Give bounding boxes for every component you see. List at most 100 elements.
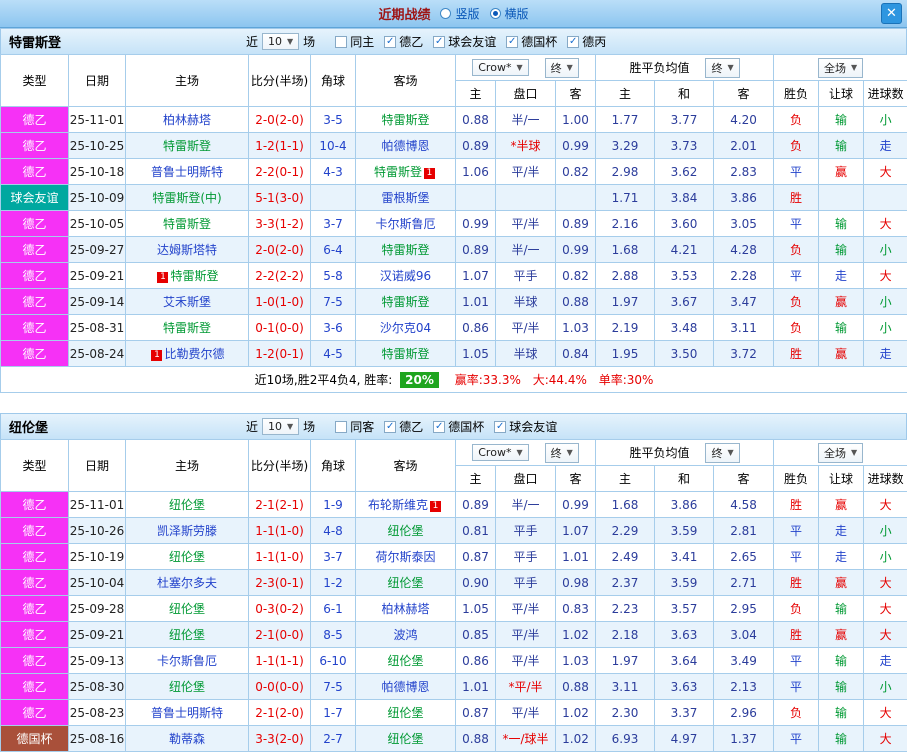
layout-option-1[interactable]: 横版 bbox=[489, 5, 529, 22]
filter-checkbox[interactable]: 同客 bbox=[335, 418, 374, 435]
league-type-badge: 德乙 bbox=[0, 699, 69, 726]
result-handicap-cell: 输 bbox=[818, 132, 865, 159]
filter-checkbox[interactable]: 同主 bbox=[335, 33, 374, 50]
fulltime-dropdown[interactable]: 全场 ▼ bbox=[818, 442, 864, 463]
match-count-dropdown[interactable]: 10 ▼ bbox=[262, 418, 300, 435]
match-row: 球会友谊 25-10-09 特雷斯登(中) 5-1(3-0) 雷根斯堡 1.71 3.84 3… bbox=[0, 184, 907, 211]
match-row: 德乙 25-09-14 艾禾斯堡 1-0(1-0) 7-5 特雷斯登 1.01 半球 0.88 1… bbox=[0, 288, 907, 315]
filter-checkbox[interactable]: ✓ 德丙 bbox=[567, 33, 606, 50]
matches-table: 类型 日期 主场 比分(半场) 角球 客场 Crow* ▼ 终 ▼ 胜平负均值 … bbox=[0, 54, 907, 393]
match-row: 德乙 25-10-25 特雷斯登 1-2(1-1) 10-4 帕德博恩 0.89 *半球 0.9… bbox=[0, 132, 907, 159]
final-odds-dropdown[interactable]: 终 ▼ bbox=[544, 57, 579, 78]
match-date: 25-08-24 bbox=[68, 340, 126, 367]
away-team-cell: 波鸿 bbox=[355, 621, 456, 648]
sub-header: 盘口 bbox=[495, 80, 556, 107]
euro-draw-odds: 3.59 bbox=[654, 517, 715, 544]
sub-header: 胜负 bbox=[773, 80, 820, 107]
result-goals-cell: 大 bbox=[863, 725, 907, 752]
euro-draw-odds: 3.86 bbox=[654, 491, 715, 518]
filter-checkbox[interactable]: ✓ 德国杯 bbox=[506, 33, 557, 50]
summary-stat-single: 单率:30% bbox=[598, 373, 654, 387]
asian-away-odds: 0.84 bbox=[554, 340, 597, 367]
filter-checkbox[interactable]: ✓ 球会友谊 bbox=[433, 33, 496, 50]
filter-checkbox[interactable]: ✓ 德乙 bbox=[384, 418, 423, 435]
corner-cell: 4-5 bbox=[310, 340, 356, 367]
score-cell: 2-1(2-1) bbox=[248, 491, 311, 518]
match-row: 德乙 25-08-30 纽伦堡 0-0(0-0) 7-5 帕德博恩 1.01 *平/半 0.88… bbox=[0, 673, 907, 700]
asian-handicap-line: 平/半 bbox=[495, 158, 556, 185]
team-link: 雷根斯堡 bbox=[381, 191, 430, 205]
home-team-cell: 普鲁士明斯特 bbox=[125, 158, 249, 185]
match-date: 25-10-19 bbox=[68, 543, 126, 570]
filter-checkbox-label: 德国杯 bbox=[448, 420, 485, 434]
red-card-badge: 1 bbox=[430, 501, 441, 512]
filter-checkbox-label: 德乙 bbox=[399, 35, 424, 49]
layout-option-0[interactable]: 竖版 bbox=[440, 5, 480, 22]
sub-header: 和 bbox=[654, 80, 715, 107]
euro-away-odds: 2.65 bbox=[713, 543, 775, 570]
result-wdl-cell: 平 bbox=[773, 262, 820, 289]
summary-stat-winline: 赢率:33.3% bbox=[454, 373, 521, 387]
filter-checkbox[interactable]: ✓ 德国杯 bbox=[433, 418, 484, 435]
fulltime-dropdown[interactable]: 全场 ▼ bbox=[818, 57, 864, 78]
result-handicap-cell: 赢 bbox=[818, 569, 865, 596]
chevron-down-icon: ▼ bbox=[516, 63, 523, 72]
sub-header: 让球 bbox=[818, 465, 865, 492]
corner-cell: 10-4 bbox=[310, 132, 356, 159]
result-wdl-cell: 胜 bbox=[773, 340, 820, 367]
result-wdl-cell: 平 bbox=[773, 543, 820, 570]
filter-checkbox-label: 德乙 bbox=[399, 420, 424, 434]
team-link: 艾禾斯堡 bbox=[162, 295, 211, 309]
match-count-value: 10 bbox=[268, 420, 283, 433]
euro-home-odds: 2.37 bbox=[595, 569, 656, 596]
match-row: 德乙 25-09-13 卡尔斯鲁厄 1-1(1-1) 6-10 纽伦堡 0.86 平/半 1.0… bbox=[0, 647, 907, 674]
asian-away-odds: 0.89 bbox=[554, 210, 597, 237]
asian-away-odds: 0.82 bbox=[554, 262, 597, 289]
asian-home-odds: 0.81 bbox=[455, 517, 496, 544]
asian-handicap-line: 半/一 bbox=[495, 106, 556, 133]
final-odds-dropdown[interactable]: 终 ▼ bbox=[544, 442, 579, 463]
score-cell: 2-3(0-1) bbox=[248, 569, 311, 596]
final-euro-dropdown[interactable]: 终 ▼ bbox=[705, 442, 740, 463]
final-euro-dropdown[interactable]: 终 ▼ bbox=[705, 57, 740, 78]
result-handicap-cell: 输 bbox=[818, 725, 865, 752]
result-goals-cell: 大 bbox=[863, 699, 907, 726]
asian-away-odds: 0.83 bbox=[554, 595, 597, 622]
team-link: 帕德博恩 bbox=[381, 680, 430, 694]
checkbox-checked-icon: ✓ bbox=[494, 420, 507, 433]
euro-away-odds: 3.05 bbox=[713, 210, 775, 237]
close-button[interactable]: ✕ bbox=[881, 3, 902, 24]
odds-source-dropdown[interactable]: Crow* ▼ bbox=[472, 59, 529, 76]
result-goals-cell: 小 bbox=[863, 543, 907, 570]
match-row: 德乙 25-10-18 普鲁士明斯特 2-2(0-1) 4-3 特雷斯登 1 1.06 平/半 0… bbox=[0, 158, 907, 185]
home-team-cell: 凯泽斯劳滕 bbox=[125, 517, 249, 544]
filter-checkbox-label: 德国杯 bbox=[521, 35, 558, 49]
euro-away-odds: 1.37 bbox=[713, 725, 775, 752]
final-odds-value: 终 bbox=[550, 446, 562, 460]
sub-header: 胜负 bbox=[773, 465, 820, 492]
filter-checkboxes-0: 同主 ✓ 德乙 ✓ 球会友谊 ✓ 德国杯 ✓ 德丙 bbox=[325, 33, 606, 50]
chevron-down-icon: ▼ bbox=[516, 448, 523, 457]
match-date: 25-08-16 bbox=[68, 725, 126, 752]
result-handicap-cell bbox=[818, 184, 865, 211]
odds-source-dropdown[interactable]: Crow* ▼ bbox=[472, 444, 529, 461]
match-row: 德乙 25-08-31 特雷斯登 0-1(0-0) 3-6 沙尔克04 0.86 平/半 1.0… bbox=[0, 314, 907, 341]
result-goals-cell: 大 bbox=[863, 621, 907, 648]
away-team-cell: 汉诺威96 bbox=[355, 262, 456, 289]
col-header-home: 主场 bbox=[125, 54, 249, 107]
away-team-cell: 纽伦堡 bbox=[355, 569, 456, 596]
home-team-cell: 特雷斯登 bbox=[125, 132, 249, 159]
asian-handicap-line: 平/半 bbox=[495, 595, 556, 622]
euro-away-odds: 4.28 bbox=[713, 236, 775, 263]
result-handicap-cell: 输 bbox=[818, 106, 865, 133]
match-row: 德乙 25-09-27 达姆斯塔特 2-0(2-0) 6-4 特雷斯登 0.89 半/一 0.9… bbox=[0, 236, 907, 263]
match-count-dropdown[interactable]: 10 ▼ bbox=[262, 33, 300, 50]
filter-checkbox[interactable]: ✓ 球会友谊 bbox=[494, 418, 557, 435]
summary-stat-over: 大:44.4% bbox=[532, 373, 587, 387]
filter-checkbox[interactable]: ✓ 德乙 bbox=[384, 33, 423, 50]
checkbox-unchecked-icon bbox=[335, 35, 348, 48]
result-wdl-cell: 平 bbox=[773, 725, 820, 752]
filter-bar: 近 10 ▼ 场 同客 ✓ 德乙 ✓ 德国杯 ✓ 球会友谊 bbox=[246, 418, 557, 435]
asian-home-odds: 0.89 bbox=[455, 491, 496, 518]
odds-source-value: Crow* bbox=[478, 61, 512, 74]
